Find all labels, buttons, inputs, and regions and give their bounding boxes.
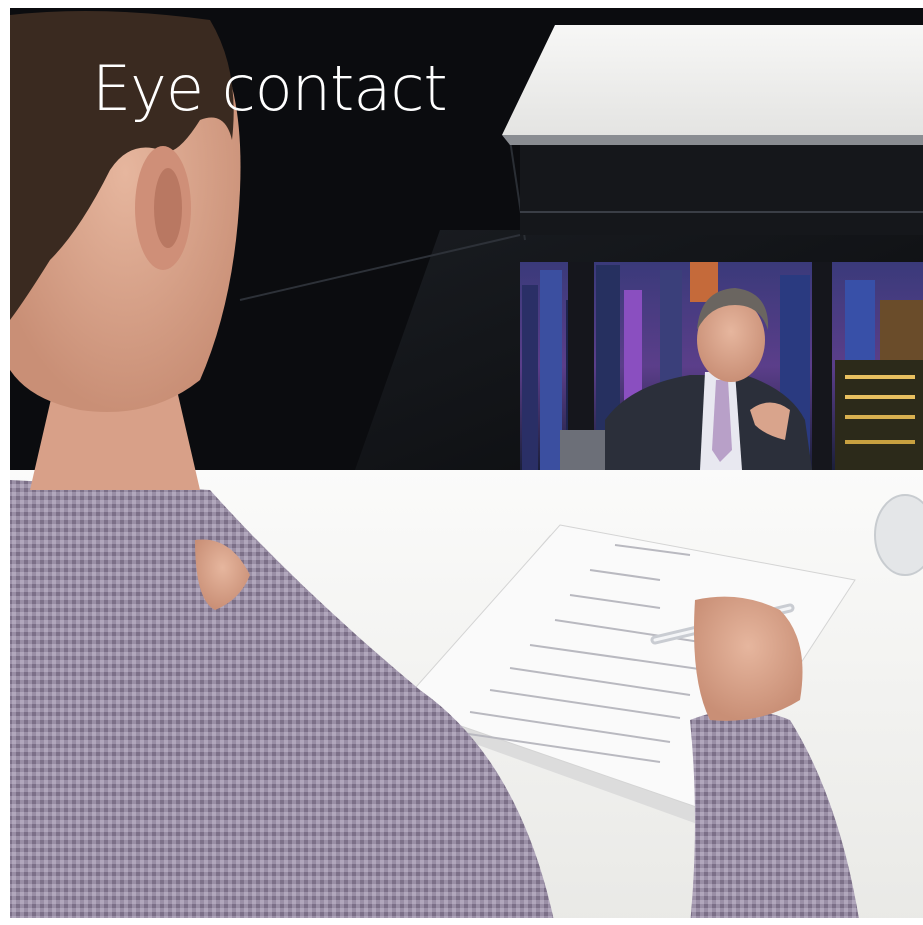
window-mullion-right — [812, 262, 832, 470]
caption-eye-contact: Eye contact — [92, 52, 448, 125]
photo-scene — [0, 0, 923, 925]
overhead-hood — [502, 25, 923, 135]
hood-underside — [520, 140, 923, 235]
